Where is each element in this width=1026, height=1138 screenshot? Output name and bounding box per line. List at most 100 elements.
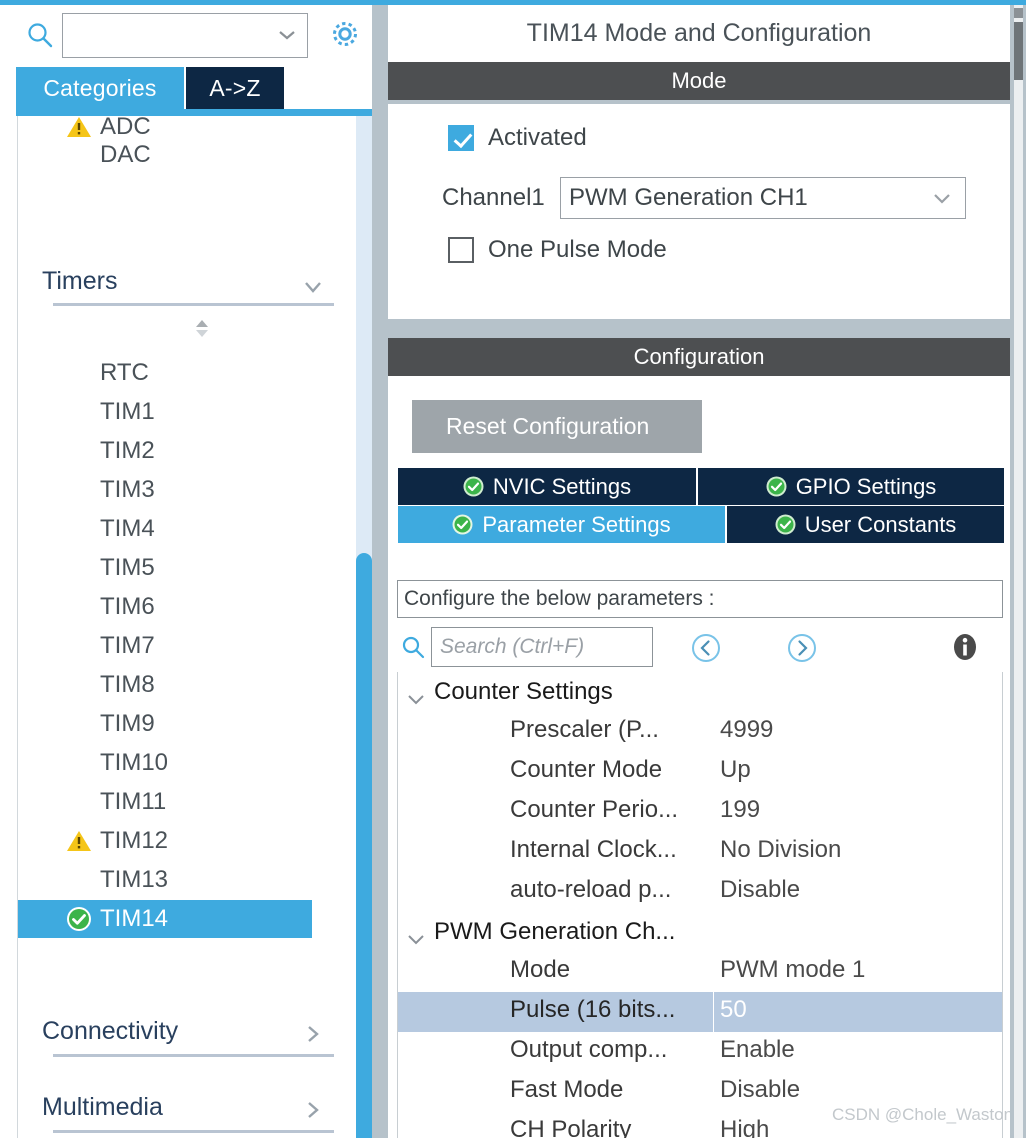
tree-item-tim5[interactable]: TIM5 bbox=[18, 549, 355, 587]
tab-a-to-z[interactable]: A->Z bbox=[186, 67, 284, 109]
parameter-search-input[interactable] bbox=[431, 627, 653, 667]
param-row-auto-reload-preload[interactable]: auto-reload p... Disable bbox=[398, 872, 1002, 912]
tree-item-tim14[interactable]: TIM14 bbox=[18, 900, 312, 938]
tree-item-label: TIM2 bbox=[100, 437, 155, 464]
tree-item-dac[interactable]: DAC bbox=[18, 136, 355, 174]
param-value: 50 bbox=[720, 996, 747, 1023]
tree-item-label: TIM12 bbox=[100, 827, 169, 854]
tree-group-multimedia[interactable]: Multimedia bbox=[42, 1084, 342, 1130]
param-row-mode[interactable]: Mode PWM mode 1 bbox=[398, 952, 1002, 992]
chevron-down-icon bbox=[406, 925, 426, 945]
sidebar-tabs: Categories A->Z bbox=[16, 67, 372, 109]
gear-icon[interactable] bbox=[328, 17, 362, 51]
activated-checkbox[interactable] bbox=[448, 125, 474, 151]
tab-nvic-settings[interactable]: NVIC Settings bbox=[398, 468, 696, 505]
window-scrollbar-track[interactable] bbox=[1014, 5, 1023, 1138]
sort-marker-icon bbox=[190, 316, 214, 340]
channel1-select[interactable]: PWM Generation CH1 bbox=[560, 177, 966, 219]
tree-item-tim13[interactable]: TIM13 bbox=[18, 861, 355, 899]
window-scrollbar-thumb[interactable] bbox=[1014, 22, 1023, 80]
param-row-counter-period[interactable]: Counter Perio... 199 bbox=[398, 792, 1002, 832]
check-ok-icon bbox=[452, 514, 473, 535]
param-name: Mode bbox=[510, 956, 571, 983]
sidebar-search-box[interactable] bbox=[62, 13, 308, 58]
mode-section-header: Mode bbox=[388, 62, 1010, 100]
tab-parameter-settings[interactable]: Parameter Settings bbox=[398, 506, 725, 543]
param-row-ch-polarity[interactable]: CH Polarity High bbox=[398, 1112, 1002, 1138]
peripheral-tree: ADC DAC Timers RTC TIM1 TIM2 TIM3 TIM4 T… bbox=[17, 116, 355, 1138]
window-scrollbar-up-button[interactable] bbox=[1014, 8, 1023, 18]
search-input[interactable] bbox=[69, 14, 269, 57]
tree-item-label: TIM13 bbox=[100, 866, 169, 893]
tree-item-tim9[interactable]: TIM9 bbox=[18, 705, 355, 743]
tree-item-tim11[interactable]: TIM11 bbox=[18, 783, 355, 821]
circle-chevron-left-icon[interactable] bbox=[690, 632, 722, 664]
panel-splitter[interactable] bbox=[372, 5, 388, 1138]
sidebar-scrollbar-thumb[interactable] bbox=[356, 553, 372, 1138]
tree-item-tim7[interactable]: TIM7 bbox=[18, 627, 355, 665]
tree-item-tim10[interactable]: TIM10 bbox=[18, 744, 355, 782]
tree-item-tim2[interactable]: TIM2 bbox=[18, 432, 355, 470]
param-row-prescaler[interactable]: Prescaler (P... 4999 bbox=[398, 712, 1002, 752]
activated-checkbox-row[interactable]: Activated bbox=[448, 124, 587, 152]
chevron-down-icon bbox=[406, 685, 426, 705]
tab-label: User Constants bbox=[804, 511, 957, 537]
tree-group-connectivity[interactable]: Connectivity bbox=[42, 1008, 342, 1054]
param-name: CH Polarity bbox=[510, 1116, 632, 1138]
info-icon[interactable] bbox=[948, 630, 982, 664]
tree-group-label: Multimedia bbox=[42, 1092, 163, 1121]
param-group-pwm-generation-channel[interactable]: PWM Generation Ch... bbox=[398, 912, 1002, 952]
param-value: PWM mode 1 bbox=[720, 956, 866, 983]
param-row-counter-mode[interactable]: Counter Mode Up bbox=[398, 752, 1002, 792]
one-pulse-checkbox-row[interactable]: One Pulse Mode bbox=[448, 236, 667, 264]
tree-item-label: TIM1 bbox=[100, 398, 155, 425]
circle-chevron-right-icon[interactable] bbox=[786, 632, 818, 664]
section-gap bbox=[388, 319, 1010, 338]
param-row-output-compare-preload[interactable]: Output comp... Enable bbox=[398, 1032, 1002, 1072]
configuration-section-header: Configuration bbox=[388, 338, 1010, 376]
param-row-fast-mode[interactable]: Fast Mode Disable bbox=[398, 1072, 1002, 1112]
param-value: 4999 bbox=[720, 716, 774, 743]
tree-group-label: Timers bbox=[42, 266, 118, 295]
param-value: Up bbox=[720, 756, 751, 783]
tree-group-divider bbox=[53, 1054, 334, 1057]
param-value: High bbox=[720, 1116, 770, 1138]
tab-label: NVIC Settings bbox=[492, 473, 632, 499]
tree-group-timers[interactable]: Timers bbox=[42, 258, 342, 304]
channel1-label: Channel1 bbox=[442, 184, 545, 211]
param-name: Internal Clock... bbox=[510, 836, 677, 863]
tree-item-tim3[interactable]: TIM3 bbox=[18, 471, 355, 509]
tree-item-label: TIM7 bbox=[100, 632, 155, 659]
chevron-right-icon bbox=[302, 1099, 324, 1118]
tree-item-tim12[interactable]: TIM12 bbox=[18, 822, 355, 860]
tree-item-rtc[interactable]: RTC bbox=[18, 354, 355, 392]
tree-item-label: TIM14 bbox=[100, 905, 169, 932]
tree-item-label: TIM8 bbox=[100, 671, 155, 698]
mode-section-body: Activated Channel1 PWM Generation CH1 On… bbox=[388, 104, 1010, 319]
one-pulse-checkbox[interactable] bbox=[448, 237, 474, 263]
param-row-internal-clock-division[interactable]: Internal Clock... No Division bbox=[398, 832, 1002, 872]
tab-label: Parameter Settings bbox=[482, 511, 671, 537]
search-icon bbox=[401, 635, 425, 659]
configuration-section-body: Reset Configuration NVIC Settings GPIO S… bbox=[388, 376, 1010, 1138]
tree-item-tim8[interactable]: TIM8 bbox=[18, 666, 355, 704]
reset-configuration-button[interactable]: Reset Configuration bbox=[412, 400, 702, 453]
tree-item-tim4[interactable]: TIM4 bbox=[18, 510, 355, 548]
tree-item-tim1[interactable]: TIM1 bbox=[18, 393, 355, 431]
tab-gpio-settings[interactable]: GPIO Settings bbox=[698, 468, 1004, 505]
activated-label: Activated bbox=[488, 124, 587, 151]
configuration-panel: TIM14 Mode and Configuration Mode Activa… bbox=[388, 5, 1010, 1138]
tree-item-label: TIM5 bbox=[100, 554, 155, 581]
page-title: TIM14 Mode and Configuration bbox=[388, 5, 1010, 62]
param-group-counter-settings[interactable]: Counter Settings bbox=[398, 672, 1002, 712]
tree-item-tim6[interactable]: TIM6 bbox=[18, 588, 355, 626]
param-row-pulse[interactable]: Pulse (16 bits... 50 bbox=[398, 992, 1002, 1032]
peripheral-sidebar: Categories A->Z ADC DAC Timers RTC TIM1 … bbox=[0, 5, 372, 1138]
chevron-down-icon[interactable] bbox=[277, 28, 297, 42]
sidebar-search-row bbox=[0, 5, 372, 61]
tab-label: GPIO Settings bbox=[795, 473, 937, 499]
tree-item-label: TIM9 bbox=[100, 710, 155, 737]
tab-user-constants[interactable]: User Constants bbox=[727, 506, 1004, 543]
param-name: Prescaler (P... bbox=[510, 716, 659, 743]
tab-categories[interactable]: Categories bbox=[16, 67, 184, 109]
